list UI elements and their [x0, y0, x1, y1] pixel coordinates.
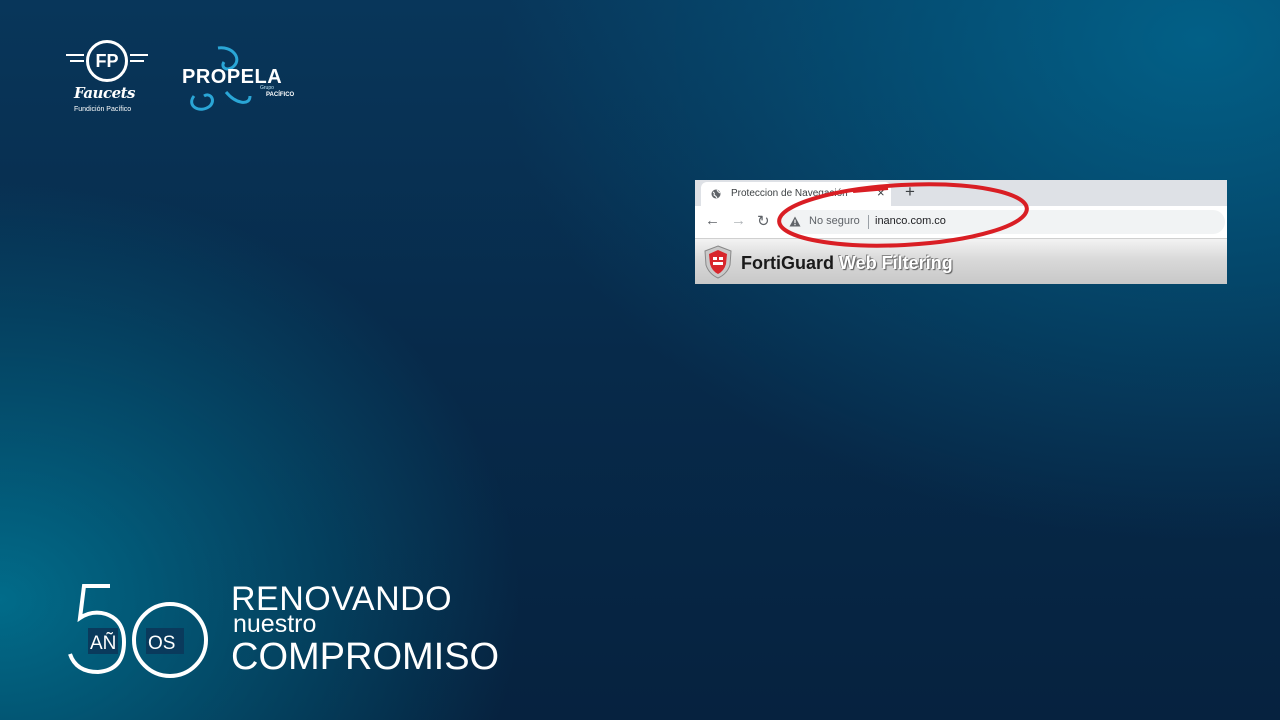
browser-screenshot: Proteccion de Navegación × + ← → ↻ No se…: [695, 180, 1227, 284]
fp-mark: FP: [86, 40, 128, 82]
warning-icon: [789, 216, 801, 227]
logo-line: [130, 54, 148, 56]
fortiguard-shield-icon: [704, 245, 732, 279]
globe-icon: [711, 189, 721, 199]
fp-brand: Faucets: [74, 84, 136, 102]
propela-grupo: Grupo: [260, 85, 274, 91]
new-tab-button[interactable]: +: [905, 182, 915, 202]
forward-button[interactable]: →: [731, 212, 746, 229]
browser-tab[interactable]: Proteccion de Navegación ×: [701, 182, 891, 206]
fortiguard-header: FortiGuard Web Filtering: [695, 239, 1227, 284]
fortiguard-product: Web Filtering: [839, 253, 953, 273]
tab-strip: Proteccion de Navegación × +: [695, 180, 1227, 206]
propela-pacifico: PACÍFICO: [266, 92, 295, 98]
omnibox-divider: [868, 215, 869, 229]
back-button[interactable]: ←: [705, 212, 720, 229]
url-text[interactable]: inanco.com.co: [875, 215, 946, 227]
address-bar[interactable]: No seguro inanco.com.co: [779, 210, 1225, 234]
os-text: OS: [148, 633, 175, 654]
slogan-line-2: nuestro: [233, 610, 317, 638]
propela-logo: PROPELA Grupo PACÍFICO: [180, 44, 294, 116]
tab-title: Proteccion de Navegación: [731, 188, 848, 199]
fp-subtitle: Fundición Pacífico: [74, 106, 132, 113]
security-status[interactable]: No seguro: [809, 215, 860, 227]
anos-text: AÑ: [90, 632, 116, 654]
fp-faucets-logo: FP Faucets Fundición Pacífico: [66, 40, 152, 120]
fifty-years-graphic: AÑ OS: [68, 584, 208, 678]
browser-toolbar: ← → ↻ No seguro inanco.com.co: [695, 206, 1227, 239]
close-tab-button[interactable]: ×: [877, 185, 885, 200]
slogan-line-3: COMPROMISO: [231, 636, 500, 678]
reload-button[interactable]: ↻: [757, 212, 770, 230]
logo-line: [66, 54, 84, 56]
fortiguard-title: FortiGuard Web Filtering: [741, 253, 953, 274]
logo-line: [70, 60, 84, 62]
fortiguard-brand: FortiGuard: [741, 253, 834, 273]
fifty-years-mark: AÑ OS: [66, 580, 216, 680]
logo-line: [130, 60, 144, 62]
